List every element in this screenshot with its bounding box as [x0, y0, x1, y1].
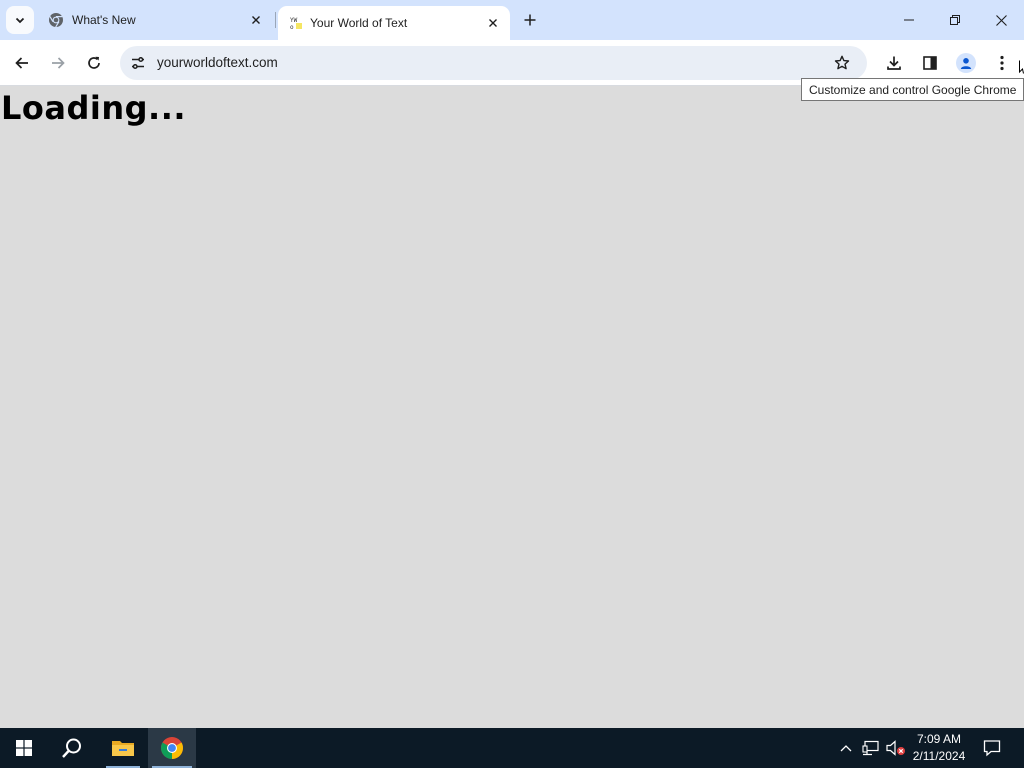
mouse-cursor-icon	[1019, 60, 1024, 74]
close-icon	[252, 16, 260, 24]
tune-icon	[132, 56, 144, 70]
page-content: Loading...	[0, 87, 1024, 728]
tab-close-button[interactable]	[247, 11, 265, 29]
plus-icon	[524, 14, 536, 26]
clock-date: 2/11/2024	[912, 749, 966, 763]
menu-tooltip: Customize and control Google Chrome	[801, 78, 1024, 101]
taskbar: 7:09 AM 2/11/2024	[0, 728, 1024, 768]
download-icon	[887, 56, 901, 70]
window-close-button[interactable]	[978, 0, 1024, 40]
volume-muted-icon	[886, 740, 905, 756]
bookmark-button[interactable]	[830, 51, 854, 75]
yourworldoftext-icon: YW o	[288, 15, 304, 31]
person-icon	[960, 58, 972, 69]
tab-title: What's New	[72, 13, 136, 27]
profile-button[interactable]	[952, 49, 980, 77]
chrome-menu-button[interactable]	[988, 49, 1016, 77]
arrow-right-icon	[52, 57, 65, 69]
action-center-button[interactable]	[978, 728, 1006, 768]
minimize-icon	[904, 19, 914, 21]
minimize-button[interactable]	[886, 0, 932, 40]
taskbar-search-button[interactable]	[48, 728, 96, 768]
reload-button[interactable]	[80, 49, 108, 77]
svg-text:o: o	[290, 24, 294, 31]
search-icon	[62, 738, 81, 758]
taskbar-clock[interactable]: 7:09 AM 2/11/2024	[908, 731, 970, 765]
tab-your-world-of-text[interactable]: YW o Your World of Text	[278, 6, 510, 40]
side-panel-icon	[923, 56, 937, 70]
tab-divider	[275, 12, 276, 28]
avatar	[956, 53, 976, 73]
site-info-button[interactable]	[124, 49, 152, 77]
show-hidden-icons-button[interactable]	[836, 728, 856, 768]
chevron-down-icon	[15, 17, 25, 24]
start-button[interactable]	[0, 728, 48, 768]
back-button[interactable]	[8, 49, 36, 77]
chrome-icon	[48, 12, 64, 28]
chrome-icon	[161, 737, 183, 759]
taskbar-chrome[interactable]	[148, 728, 196, 768]
chevron-up-icon	[840, 745, 852, 752]
star-icon	[834, 55, 850, 70]
new-tab-button[interactable]	[518, 8, 542, 32]
restore-icon	[950, 15, 960, 25]
tab-whats-new[interactable]: What's New	[38, 0, 274, 40]
url-text[interactable]: yourworldoftext.com	[157, 55, 278, 70]
notification-icon	[983, 740, 1001, 757]
loading-heading: Loading...	[1, 89, 186, 127]
tab-strip: What's New YW o Your World of Text	[0, 0, 1024, 40]
network-button[interactable]	[860, 728, 882, 768]
restore-button[interactable]	[932, 0, 978, 40]
taskbar-file-explorer[interactable]	[102, 728, 144, 768]
folder-icon	[112, 741, 134, 756]
close-icon	[489, 19, 497, 27]
more-vert-icon	[1000, 55, 1004, 71]
side-panel-button[interactable]	[916, 49, 944, 77]
windows-logo-icon	[16, 740, 32, 756]
clock-time: 7:09 AM	[916, 732, 962, 746]
network-icon	[862, 740, 879, 756]
svg-text:YW: YW	[290, 17, 298, 24]
reload-icon	[88, 56, 100, 69]
close-icon	[995, 14, 1007, 26]
tab-search-button[interactable]	[6, 6, 34, 34]
downloads-button[interactable]	[880, 49, 908, 77]
tab-close-button[interactable]	[484, 14, 502, 32]
arrow-left-icon	[15, 57, 28, 69]
address-bar[interactable]: yourworldoftext.com	[120, 46, 867, 80]
tab-title: Your World of Text	[310, 16, 408, 30]
forward-button[interactable]	[44, 49, 72, 77]
volume-button[interactable]	[884, 728, 908, 768]
